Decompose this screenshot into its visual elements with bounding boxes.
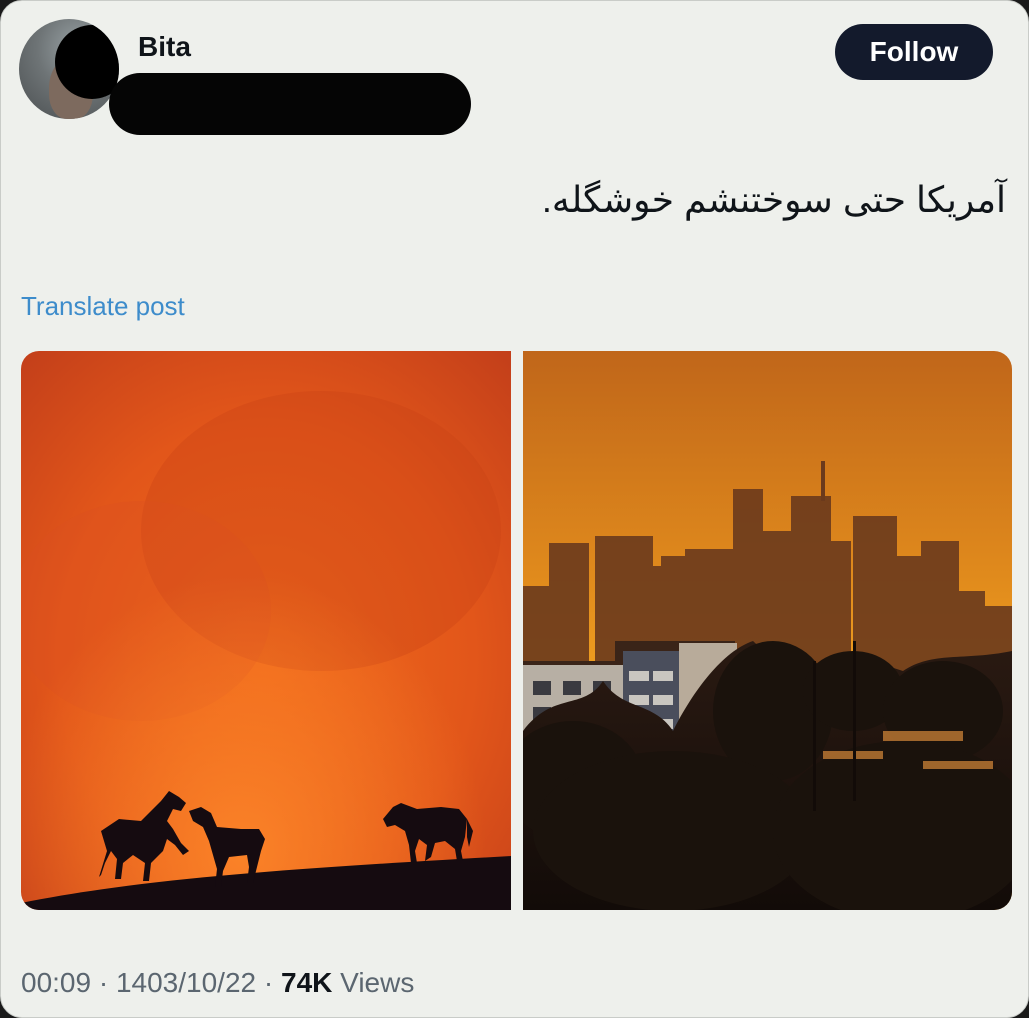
- translate-post-link[interactable]: Translate post: [21, 291, 185, 322]
- avatar-redaction: [55, 25, 119, 99]
- post-card: Bita Follow آمریکا حتی سوختنشم خوشگله. T…: [0, 0, 1029, 1018]
- post-date: 1403/10/22: [115, 967, 257, 998]
- follow-button[interactable]: Follow: [835, 24, 993, 80]
- meta-separator: ·: [263, 967, 274, 998]
- views-label: Views: [340, 967, 415, 998]
- author-name[interactable]: Bita: [138, 31, 191, 63]
- avatar[interactable]: [19, 19, 119, 119]
- post-time: 00:09: [21, 967, 92, 998]
- meta-separator: ·: [98, 967, 109, 998]
- post-metadata: 00:09 · 1403/10/22 · 74K Views: [21, 967, 414, 999]
- horses-fire-photo[interactable]: [21, 351, 511, 910]
- post-text: آمریکا حتی سوختنشم خوشگله.: [541, 179, 1006, 220]
- handle-redaction: [109, 73, 471, 135]
- media-grid: [21, 351, 1012, 910]
- views-count[interactable]: 74K: [281, 967, 332, 998]
- city-skyline-photo[interactable]: [523, 351, 1012, 910]
